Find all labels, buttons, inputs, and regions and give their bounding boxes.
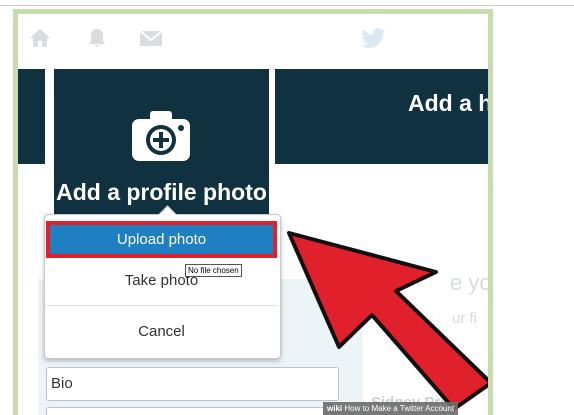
upload-photo-option[interactable]: Upload photo bbox=[46, 221, 277, 258]
top-divider bbox=[0, 5, 574, 6]
banner-left-edge bbox=[18, 69, 45, 164]
add-header-photo-label: Add a h bbox=[408, 90, 493, 116]
watermark-brand: wiki bbox=[327, 404, 343, 413]
menu-divider bbox=[45, 305, 278, 306]
home-icon[interactable] bbox=[28, 26, 52, 55]
take-photo-option[interactable]: Take photo bbox=[45, 262, 278, 300]
mail-icon[interactable] bbox=[138, 26, 164, 55]
add-photo-camera-icon bbox=[132, 111, 190, 166]
top-navbar bbox=[18, 14, 488, 66]
screenshot-frame: Add a profile photo Add a h e yo ur fi S… bbox=[13, 9, 493, 415]
add-header-photo-tile[interactable]: Add a h bbox=[275, 69, 493, 164]
bell-icon[interactable] bbox=[85, 26, 109, 55]
red-pointer-arrow-icon bbox=[286, 229, 488, 415]
watermark-caption: How to Make a Twitter Account bbox=[344, 404, 455, 413]
cancel-option[interactable]: Cancel bbox=[45, 313, 278, 351]
add-profile-photo-label: Add a profile photo bbox=[56, 179, 267, 205]
twitter-bird-icon[interactable] bbox=[361, 28, 387, 55]
photo-options-menu: Upload photo Take photo Cancel bbox=[44, 205, 281, 359]
add-profile-photo-tile[interactable]: Add a profile photo bbox=[54, 69, 269, 229]
wikihow-watermark: wiki How to Make a Twitter Account bbox=[323, 402, 459, 415]
file-input-tooltip: No file chosen bbox=[185, 264, 242, 277]
